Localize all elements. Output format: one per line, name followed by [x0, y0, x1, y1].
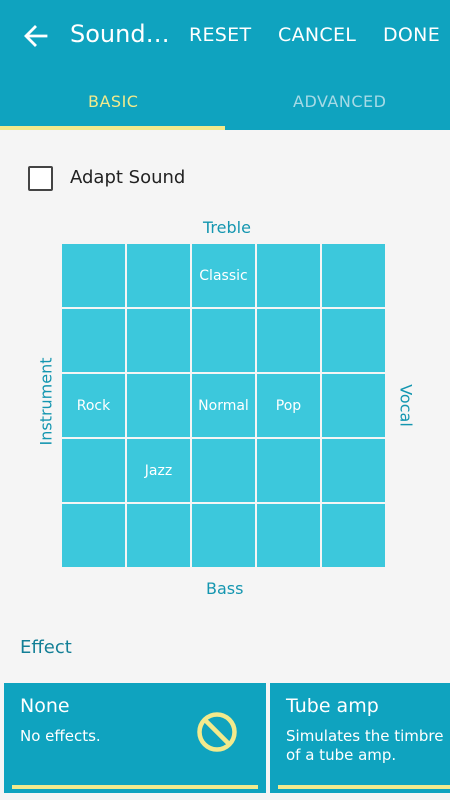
- tab-basic[interactable]: BASIC: [88, 92, 138, 111]
- effect-card-description: Simulates the timbre of a tube amp.: [286, 727, 444, 764]
- tab-advanced[interactable]: ADVANCED: [293, 92, 386, 111]
- app-bar: Sound… RESET CANCEL DONE: [0, 0, 450, 72]
- equalizer-cell[interactable]: [257, 244, 320, 307]
- done-button[interactable]: DONE: [383, 24, 440, 46]
- equalizer-cell[interactable]: [322, 504, 385, 567]
- effect-card-none[interactable]: None No effects.: [4, 683, 266, 793]
- tab-indicator: [0, 126, 225, 130]
- equalizer-cell[interactable]: [127, 309, 190, 372]
- vocal-label: Vocal: [396, 384, 416, 427]
- equalizer-cell[interactable]: [127, 504, 190, 567]
- equalizer-grid: Classic Rock Normal Pop Jazz: [62, 244, 387, 569]
- back-arrow-icon[interactable]: [22, 22, 50, 50]
- equalizer-cell[interactable]: [322, 374, 385, 437]
- equalizer-cell[interactable]: Pop: [257, 374, 320, 437]
- equalizer-cell[interactable]: [192, 439, 255, 502]
- equalizer-cell[interactable]: [322, 244, 385, 307]
- adapt-sound-label: Adapt Sound: [70, 167, 186, 188]
- page-title: Sound…: [70, 20, 170, 48]
- equalizer-cell[interactable]: [322, 439, 385, 502]
- no-effect-icon: [197, 712, 237, 752]
- equalizer-cell[interactable]: [62, 439, 125, 502]
- card-indicator: [278, 785, 450, 789]
- instrument-label: Instrument: [36, 357, 56, 446]
- equalizer-cell[interactable]: Jazz: [127, 439, 190, 502]
- selected-indicator: [12, 785, 258, 789]
- equalizer-cell[interactable]: [127, 244, 190, 307]
- equalizer-cell[interactable]: [257, 439, 320, 502]
- effect-card-tube-amp[interactable]: Tube amp Simulates the timbre of a tube …: [270, 683, 450, 793]
- equalizer-cell[interactable]: Rock: [62, 374, 125, 437]
- equalizer-cell[interactable]: [192, 504, 255, 567]
- effect-card-description: No effects.: [20, 727, 101, 745]
- bass-label: Bass: [206, 579, 244, 598]
- adapt-sound-checkbox[interactable]: [28, 166, 53, 191]
- equalizer-cell[interactable]: [62, 244, 125, 307]
- equalizer-cell[interactable]: [62, 309, 125, 372]
- equalizer-cell[interactable]: [192, 309, 255, 372]
- equalizer-cell[interactable]: [127, 374, 190, 437]
- equalizer-cell[interactable]: [257, 309, 320, 372]
- effect-card-title: Tube amp: [286, 695, 379, 717]
- effect-card-title: None: [20, 695, 70, 717]
- equalizer-cell[interactable]: [62, 504, 125, 567]
- treble-label: Treble: [203, 218, 251, 237]
- equalizer-cell[interactable]: Classic: [192, 244, 255, 307]
- cancel-button[interactable]: CANCEL: [278, 24, 356, 46]
- reset-button[interactable]: RESET: [189, 24, 251, 46]
- equalizer-cell[interactable]: [257, 504, 320, 567]
- effect-section-label: Effect: [20, 637, 72, 658]
- tab-bar: BASIC ADVANCED: [0, 72, 450, 130]
- equalizer-cell[interactable]: Normal: [192, 374, 255, 437]
- equalizer-cell[interactable]: [322, 309, 385, 372]
